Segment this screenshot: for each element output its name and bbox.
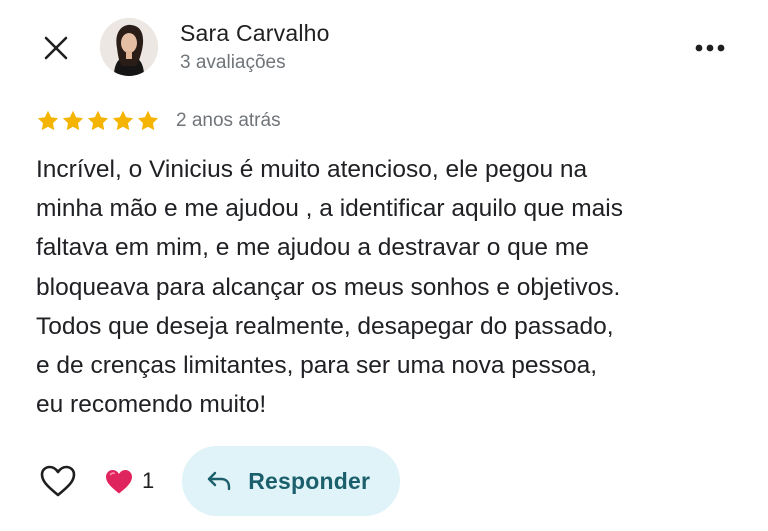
reply-label: Responder: [248, 467, 371, 494]
review-count: 3 avaliações: [180, 52, 286, 73]
avatar[interactable]: [100, 18, 158, 76]
reaction-summary[interactable]: 1: [104, 468, 154, 495]
star-icon: [62, 110, 84, 131]
review-text: Incrível, o Vinicius é muito atencioso, …: [36, 156, 623, 419]
close-button[interactable]: [36, 28, 76, 68]
review-time: 2 anos atrás: [176, 110, 281, 131]
reply-arrow-icon: [208, 471, 231, 491]
star-icon: [112, 110, 134, 131]
review-detail: Sara Carvalho 3 avaliações 2 anos atrás …: [0, 0, 768, 531]
rating-row: 2 anos atrás: [36, 107, 281, 135]
more-options-button[interactable]: [688, 30, 732, 66]
red-heart-icon: [106, 469, 132, 493]
author-name[interactable]: Sara Carvalho: [180, 20, 330, 47]
star-icon: [87, 110, 109, 131]
star-rating: [36, 109, 160, 133]
more-options-icon: [695, 44, 725, 52]
heart-outline-icon: [40, 465, 76, 497]
reaction-count: 1: [142, 468, 155, 493]
star-icon: [37, 110, 59, 131]
close-icon: [44, 36, 68, 60]
star-icon: [137, 110, 159, 131]
like-button[interactable]: [36, 459, 80, 503]
review-actions: 1 Responder: [36, 445, 401, 517]
reply-button[interactable]: Responder: [182, 446, 401, 516]
